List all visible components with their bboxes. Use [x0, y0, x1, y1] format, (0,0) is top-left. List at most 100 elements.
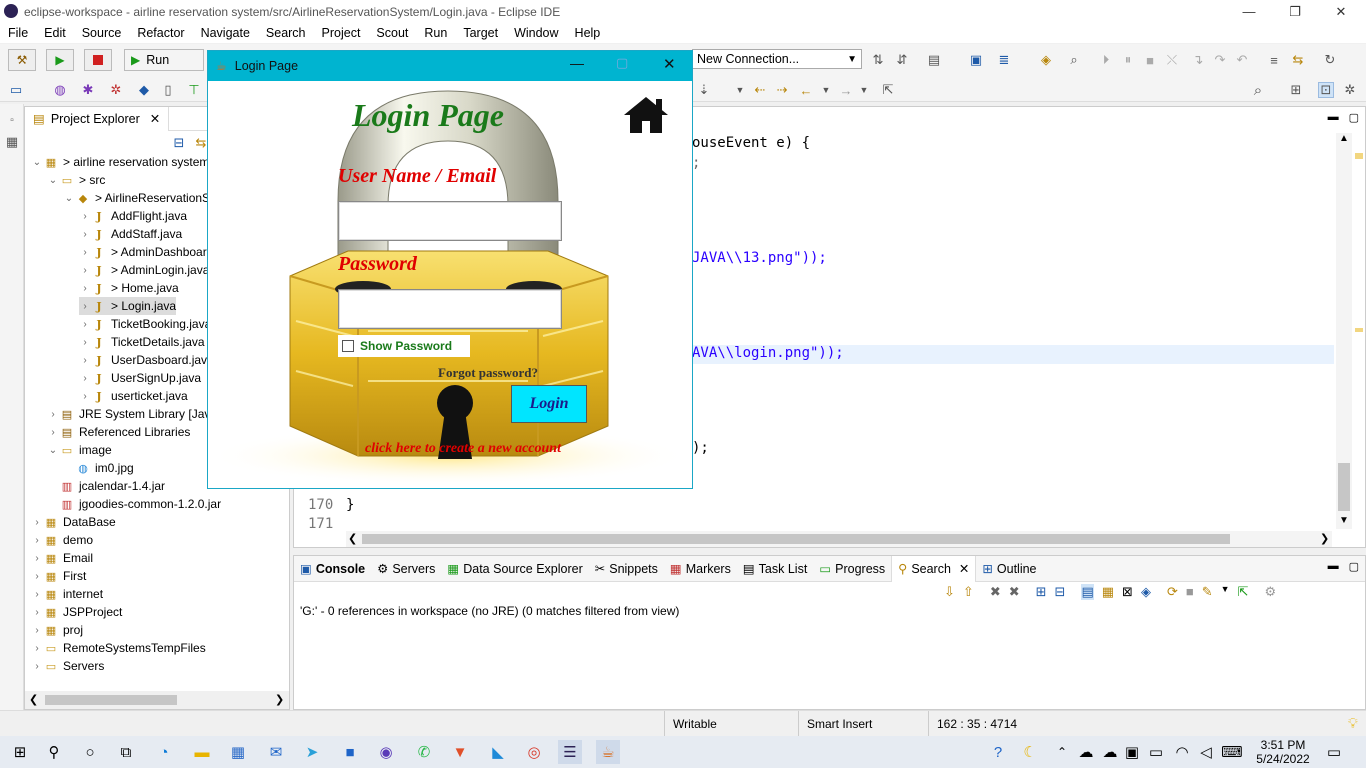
- vscode-icon[interactable]: ◣: [486, 740, 510, 764]
- tree-item[interactable]: › ▦ JSPProject: [31, 603, 122, 621]
- tab-servers[interactable]: ⚙ Servers: [371, 556, 441, 582]
- tree-item[interactable]: › J > AdminDashboar: [79, 243, 206, 261]
- password-input[interactable]: [338, 289, 562, 329]
- tree-item[interactable]: › J UserDasboard.java: [79, 351, 213, 369]
- next-match-icon[interactable]: ⇩: [944, 584, 955, 600]
- tab-markers[interactable]: ▦ Markers: [664, 556, 737, 582]
- scroll-right-icon[interactable]: ❯: [275, 693, 284, 706]
- scroll-right-icon[interactable]: ❯: [1320, 532, 1329, 545]
- brave-icon[interactable]: ▼: [448, 740, 472, 764]
- tree-item[interactable]: › ▭ Servers: [31, 657, 104, 675]
- tree-item[interactable]: ⌄ ▭ > src: [47, 171, 106, 189]
- whatsapp-icon[interactable]: ✆: [412, 740, 436, 764]
- remove-match-icon[interactable]: ✖: [990, 584, 1001, 600]
- menu-navigate[interactable]: Navigate: [193, 26, 258, 40]
- store-icon[interactable]: ▦: [226, 740, 250, 764]
- chevron-right-icon[interactable]: ›: [31, 607, 43, 618]
- stop-icon[interactable]: ■: [1186, 584, 1194, 600]
- bug-icon[interactable]: ✲: [108, 82, 124, 98]
- connect-icon[interactable]: ⇵: [894, 52, 910, 68]
- help-icon[interactable]: ?: [986, 740, 1010, 764]
- console-icon[interactable]: ▣: [968, 52, 984, 68]
- tab-search[interactable]: ⚲ Search ✕: [891, 555, 977, 582]
- cancel-search-icon[interactable]: ⊠: [1122, 584, 1133, 600]
- show-hidden-icon[interactable]: ⌃: [1050, 740, 1074, 764]
- clock[interactable]: 3:51 PM 5/24/2022: [1250, 738, 1316, 766]
- scroll-thumb[interactable]: [45, 695, 177, 705]
- tree-item[interactable]: › J UserSignUp.java: [79, 369, 201, 387]
- search-history-icon[interactable]: ✎: [1202, 584, 1213, 600]
- menu-refactor[interactable]: Refactor: [129, 26, 192, 40]
- tree-item[interactable]: › ▦ Email: [31, 549, 93, 567]
- chevron-down-icon[interactable]: ⌄: [47, 445, 59, 456]
- close-icon[interactable]: ✕: [959, 561, 969, 576]
- new-icon[interactable]: ▭: [8, 82, 24, 98]
- menu-project[interactable]: Project: [314, 26, 369, 40]
- chevron-right-icon[interactable]: ›: [31, 517, 43, 528]
- telegram-icon[interactable]: ➤: [300, 740, 324, 764]
- chevron-right-icon[interactable]: ›: [79, 319, 91, 330]
- collapse-all-icon[interactable]: ⊟: [1055, 584, 1066, 600]
- minimize-view-icon[interactable]: ▬: [1328, 111, 1339, 124]
- create-account-link[interactable]: click here to create a new account: [365, 441, 561, 457]
- list-icon[interactable]: ≣: [996, 52, 1012, 68]
- tree-item[interactable]: ⌄ ▦ > airline reservation system: [31, 153, 210, 171]
- chevron-down-icon[interactable]: ⌄: [47, 175, 59, 186]
- search-icon[interactable]: ⚲: [42, 740, 66, 764]
- prev-match-icon[interactable]: ⇧: [963, 584, 974, 600]
- tree-item[interactable]: › ▭ RemoteSystemsTempFiles: [31, 639, 205, 657]
- menu-target[interactable]: Target: [455, 26, 506, 40]
- menu-edit[interactable]: Edit: [36, 26, 74, 40]
- tree-item[interactable]: › J AddFlight.java: [79, 207, 187, 225]
- scroll-thumb[interactable]: [1338, 463, 1350, 511]
- network-icon[interactable]: ☁: [1074, 740, 1098, 764]
- dialog-maximize-button[interactable]: ▢: [616, 55, 628, 71]
- tree-item[interactable]: ◍ im0.jpg: [63, 459, 134, 477]
- open-perspective-icon[interactable]: ⊞: [1288, 82, 1304, 98]
- debug-icon[interactable]: ✱: [80, 82, 96, 98]
- tree-item[interactable]: › ▤ Referenced Libraries: [47, 423, 190, 441]
- chevron-right-icon[interactable]: ›: [79, 355, 91, 366]
- refresh-icon[interactable]: ↻: [1322, 52, 1338, 68]
- menu-search[interactable]: Search: [258, 26, 314, 40]
- chevron-right-icon[interactable]: ›: [31, 571, 43, 582]
- tree-item[interactable]: ▥ jcalendar-1.4.jar: [47, 477, 165, 495]
- mail-icon[interactable]: ✉: [264, 740, 288, 764]
- tree-item[interactable]: › J TicketBooking.java: [79, 315, 211, 333]
- checkbox-box[interactable]: [342, 340, 354, 352]
- close-icon[interactable]: ✕: [150, 111, 160, 126]
- step-icon[interactable]: ⏵: [1098, 52, 1114, 68]
- step-over-icon[interactable]: ↷: [1212, 52, 1228, 68]
- tree-item[interactable]: › J > Login.java: [79, 297, 177, 315]
- minimize-view-icon[interactable]: ▬: [1328, 560, 1339, 573]
- open-type-icon[interactable]: ⊤: [186, 82, 202, 98]
- chevron-down-icon[interactable]: ▼: [1221, 584, 1230, 600]
- restore-view-icon[interactable]: ▫: [4, 112, 20, 128]
- wifi-icon[interactable]: ◠: [1170, 740, 1194, 764]
- file-explorer-icon[interactable]: ▬: [190, 740, 214, 764]
- view-menu-icon[interactable]: ⚙: [1264, 584, 1276, 600]
- tree-item[interactable]: › Juserticket.java: [79, 387, 187, 405]
- tree-item[interactable]: › J > Home.java: [79, 279, 178, 297]
- java-perspective-icon[interactable]: ⊡: [1318, 82, 1334, 98]
- back-icon[interactable]: ←: [798, 82, 814, 98]
- forgot-password-link[interactable]: Forgot password?: [438, 365, 538, 381]
- night-light-icon[interactable]: ☾: [1018, 740, 1042, 764]
- connection-select[interactable]: New Connection... ▼: [692, 49, 862, 69]
- tree-item[interactable]: › ▦ demo: [31, 531, 93, 549]
- tree-item[interactable]: › ▤ JRE System Library [Java: [47, 405, 217, 423]
- step-into-icon[interactable]: ↴: [1190, 52, 1206, 68]
- package-icon[interactable]: ◆: [136, 82, 152, 98]
- chevron-down-icon[interactable]: ⌄: [63, 193, 75, 204]
- notifications-icon[interactable]: ▭: [1322, 740, 1346, 764]
- chevron-right-icon[interactable]: ›: [79, 391, 91, 402]
- format-icon[interactable]: ≡: [1266, 52, 1282, 68]
- chevron-right-icon[interactable]: ›: [31, 553, 43, 564]
- user-name-input[interactable]: [338, 201, 562, 241]
- tab-progress[interactable]: ▭ Progress: [813, 556, 891, 582]
- chevron-right-icon[interactable]: ›: [79, 301, 91, 312]
- chevron-right-icon[interactable]: ›: [79, 247, 91, 258]
- tree-item[interactable]: › ▦ internet: [31, 585, 103, 603]
- windows-start-icon[interactable]: ⊞: [8, 740, 32, 764]
- java-app-icon[interactable]: ☕︎: [596, 740, 620, 764]
